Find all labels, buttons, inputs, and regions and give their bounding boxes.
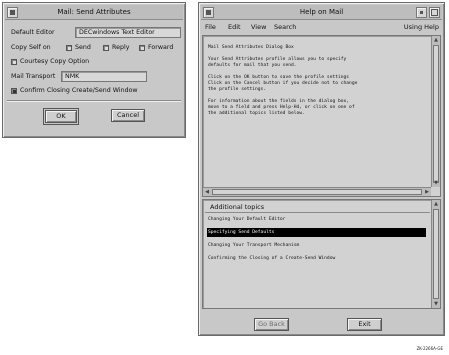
window-menu-button[interactable] [7, 7, 18, 18]
help-title: Help on Mail [299, 8, 344, 16]
additional-topics-label: Additional topics [210, 203, 265, 211]
send-attributes-dialog: Mail: Send Attributes Default Editor DEC… [2, 2, 186, 138]
minimize-button[interactable] [416, 7, 427, 18]
scrollbar-thumb[interactable] [433, 45, 439, 183]
dialog-separator [7, 100, 181, 102]
forward-checkbox[interactable] [139, 45, 145, 51]
default-editor-field[interactable]: DECwindows Text Editor [75, 27, 181, 38]
window-menu-button[interactable] [203, 7, 214, 18]
default-editor-label: Default Editor [11, 29, 55, 36]
exit-button[interactable]: Exit [347, 318, 382, 331]
topics-vertical-scrollbar[interactable]: ▲ ▼ [431, 200, 440, 308]
topic-item[interactable]: Changing Your Default Editor [207, 215, 426, 224]
confirm-closing-checkbox[interactable] [11, 88, 17, 94]
mail-transport-label: Mail Transport [11, 73, 56, 80]
confirm-closing-label: Confirm Closing Create/Send Window [20, 87, 138, 94]
additional-topics-pane: Additional topics Changing Your Default … [202, 199, 441, 309]
dialog-title-bar[interactable]: Mail: Send Attributes [5, 5, 183, 20]
ok-button[interactable]: OK [43, 108, 79, 125]
cancel-button[interactable]: Cancel [111, 109, 145, 122]
scroll-right-icon[interactable]: ▶ [423, 188, 431, 196]
forward-checkbox-label: Forward [148, 44, 174, 51]
figure-code: ZK-2266A-GE [416, 346, 443, 351]
window-menu-icon [10, 10, 15, 15]
maximize-button[interactable] [429, 7, 440, 18]
mail-transport-field[interactable]: NMK [61, 71, 147, 82]
reply-checkbox[interactable] [103, 45, 109, 51]
minimize-icon [420, 11, 423, 14]
menu-edit[interactable]: Edit [228, 23, 241, 31]
menu-file[interactable]: File [205, 23, 216, 31]
menu-view[interactable]: View [251, 23, 266, 31]
go-back-button[interactable]: Go Back [254, 318, 289, 331]
send-checkbox[interactable] [66, 45, 72, 51]
topic-item[interactable]: Specifying Send Defaults [207, 228, 426, 237]
help-window: Help on Mail File Edit View Search Using… [198, 2, 445, 336]
topics-scroll-down-icon[interactable]: ▼ [432, 300, 440, 308]
topics-divider [205, 212, 430, 213]
help-text-vertical-scrollbar[interactable]: ▲ ▼ [431, 36, 440, 187]
help-text: Mail Send Attributes Dialog Box Your Sen… [208, 45, 357, 117]
courtesy-copy-label: Courtesy Copy Option [20, 58, 90, 65]
maximize-icon [431, 9, 438, 16]
scroll-left-icon[interactable]: ◀ [203, 188, 211, 196]
copy-self-label: Copy Self on [11, 44, 51, 51]
menu-bar: File Edit View Search Using Help [201, 21, 442, 34]
scroll-up-icon[interactable]: ▲ [432, 36, 440, 44]
help-text-pane[interactable]: Mail Send Attributes Dialog Box Your Sen… [202, 35, 441, 197]
horizontal-scrollbar-thumb[interactable] [212, 189, 422, 195]
topic-item[interactable]: Changing Your Transport Mechanism [207, 241, 426, 250]
help-text-line: the additional topics listed below. [208, 111, 305, 116]
courtesy-copy-checkbox[interactable] [11, 59, 17, 65]
topics-list: Changing Your Default Editor Specifying S… [203, 215, 430, 308]
scroll-down-icon[interactable]: ▼ [432, 179, 440, 187]
help-text-horizontal-scrollbar[interactable]: ◀ ▶ [203, 187, 431, 196]
dialog-title: Mail: Send Attributes [57, 8, 131, 16]
topic-item[interactable]: Confirming the Closing of a Create-Send … [207, 254, 426, 263]
menu-search[interactable]: Search [274, 23, 296, 31]
menu-using-help[interactable]: Using Help [404, 23, 439, 31]
topics-scrollbar-thumb[interactable] [433, 209, 439, 299]
reply-checkbox-label: Reply [112, 44, 130, 51]
topics-scroll-up-icon[interactable]: ▲ [432, 200, 440, 208]
window-menu-icon [206, 10, 211, 15]
help-title-bar[interactable]: Help on Mail [201, 5, 442, 20]
send-checkbox-label: Send [75, 44, 91, 51]
